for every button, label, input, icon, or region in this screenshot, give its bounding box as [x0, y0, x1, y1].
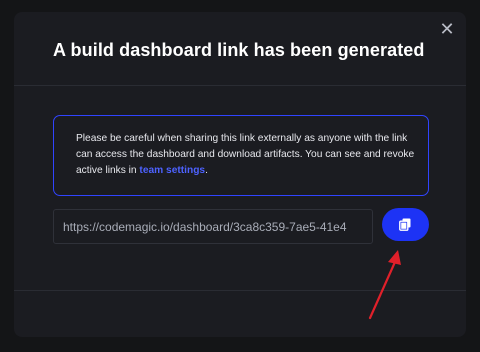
copy-link-button[interactable]: [382, 208, 429, 241]
header-divider: [14, 85, 466, 86]
dashboard-url-field[interactable]: [53, 209, 373, 244]
footer-divider: [14, 290, 466, 291]
share-link-modal: ✕ A build dashboard link has been genera…: [14, 12, 466, 337]
notice-text-end: .: [205, 165, 208, 176]
team-settings-link[interactable]: team settings: [139, 165, 205, 176]
notice-text: Please be careful when sharing this link…: [76, 133, 415, 176]
copy-icon: [399, 218, 411, 231]
close-icon[interactable]: ✕: [438, 20, 456, 38]
warning-notice: Please be careful when sharing this link…: [53, 115, 429, 196]
modal-title: A build dashboard link has been generate…: [53, 40, 425, 60]
